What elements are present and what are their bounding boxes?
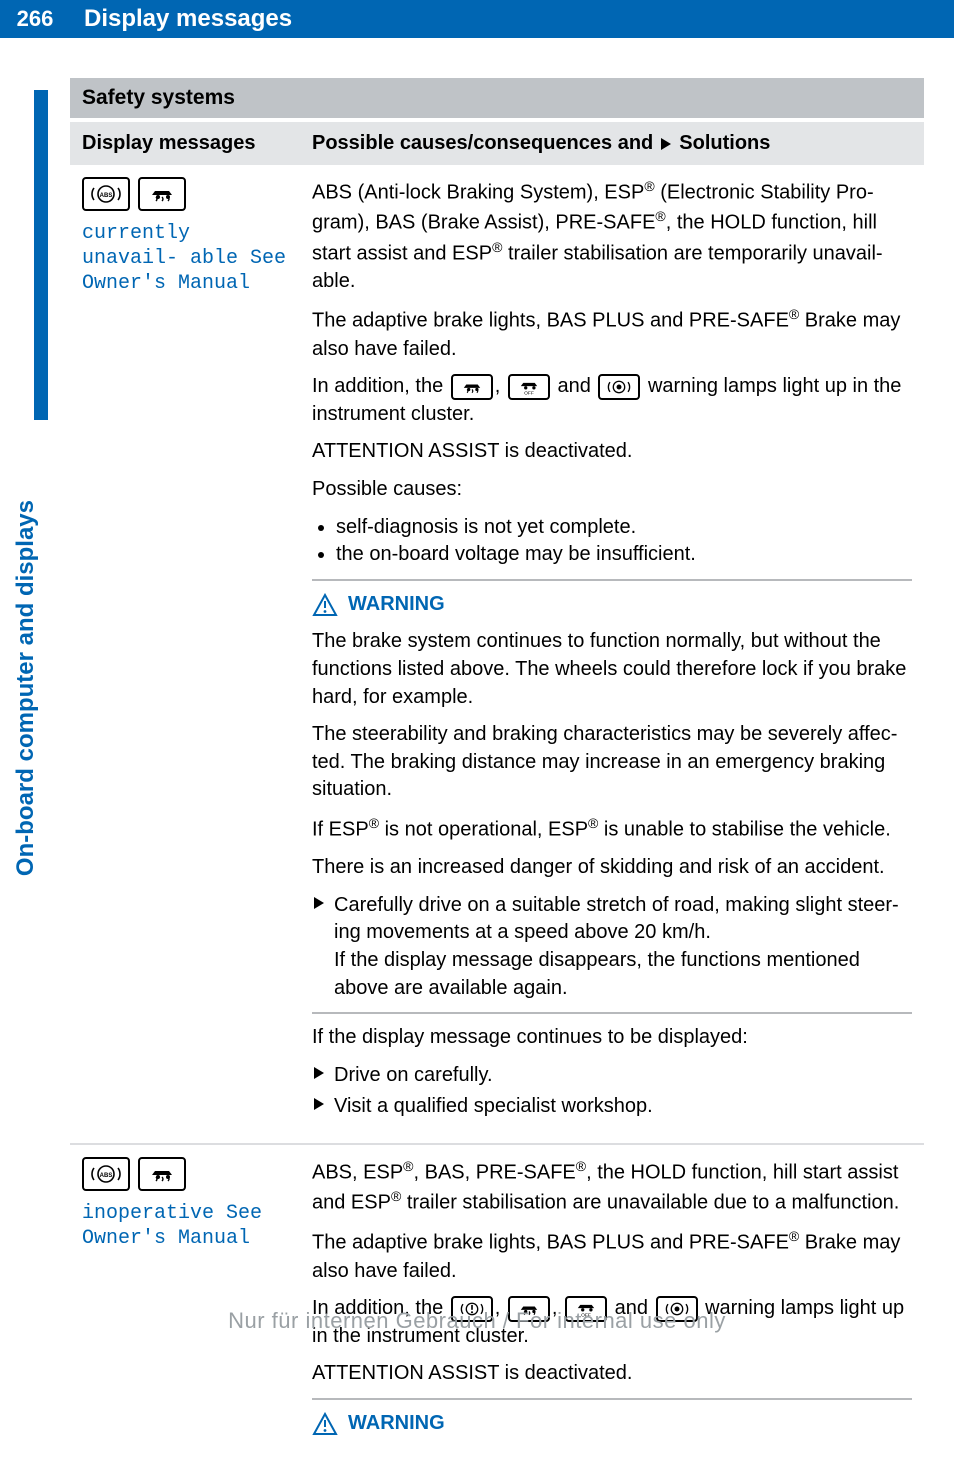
paragraph: In addition, the , OFF and warning lamps… <box>312 373 912 428</box>
divider <box>312 1012 912 1014</box>
paragraph: ATTENTION ASSIST is deactivated. <box>312 1360 912 1388</box>
paragraph: There is an increased danger of skidding… <box>312 854 912 882</box>
warning-label: WARNING <box>348 591 445 619</box>
reg-mark: ® <box>492 239 502 255</box>
abs-icon: ABS <box>82 1157 130 1191</box>
reg-mark: ® <box>369 815 379 831</box>
action-item: Drive on carefully. <box>312 1062 912 1090</box>
text: , BAS, PRE-SAFE <box>413 1162 575 1184</box>
side-tab-label: On-board computer and displays <box>12 500 40 876</box>
action-item: Visit a qualified specialist workshop. <box>312 1093 912 1121</box>
text: Visit a qualified specialist workshop. <box>334 1093 653 1121</box>
reg-mark: ® <box>576 1158 586 1174</box>
action-list: Drive on carefully. Visit a qualified sp… <box>312 1062 912 1121</box>
table-header: Display messages Possible causes/consequ… <box>70 122 924 165</box>
text: and <box>552 375 596 397</box>
text: ABS (Anti-lock Braking System), ESP <box>312 182 644 204</box>
text: If ESP <box>312 819 369 841</box>
paragraph: The steerability and braking characteris… <box>312 721 912 804</box>
side-tab-highlight <box>34 90 48 420</box>
paragraph: If the display message continues to be d… <box>312 1024 912 1052</box>
solution-cell: ABS, ESP®, BAS, PRE-SAFE®, the HOLD func… <box>312 1157 912 1448</box>
paragraph: Possible causes: <box>312 476 912 504</box>
text: Drive on carefully. <box>334 1062 493 1090</box>
warning-label: WARNING <box>348 1410 445 1438</box>
text: is unable to stabilise the vehicle. <box>598 819 890 841</box>
table-header-left: Display messages <box>82 132 292 155</box>
text: Carefully drive on a suitable stretch of… <box>334 892 912 1002</box>
table-row: ABS currently unavail‐ able See Owner's … <box>70 165 924 1145</box>
display-message-text: currently unavail‐ able See Owner's Manu… <box>82 221 292 296</box>
page-header: 266 Display messages <box>0 0 954 38</box>
text: The adaptive brake lights, BAS PLUS and … <box>312 1232 789 1254</box>
paragraph: ABS, ESP®, BAS, PRE-SAFE®, the HOLD func… <box>312 1157 912 1218</box>
text: is not operational, ESP <box>379 819 588 841</box>
action-item: Carefully drive on a suitable stretch of… <box>312 892 912 1002</box>
display-message-text: inoperative See Owner's Manual <box>82 1201 292 1251</box>
abs-icon: ABS <box>82 177 130 211</box>
paragraph: The adaptive brake lights, BAS PLUS and … <box>312 1227 912 1285</box>
warning-heading: WARNING <box>312 1410 912 1438</box>
header-suffix: Solutions <box>679 132 770 155</box>
warning-heading: WARNING <box>312 591 912 619</box>
reg-mark: ® <box>588 815 598 831</box>
reg-mark: ® <box>789 1228 799 1244</box>
svg-text:ABS: ABS <box>100 193 113 199</box>
table-row: ABS inoperative See Owner's Manual ABS, … <box>70 1145 924 1460</box>
divider <box>312 579 912 581</box>
icon-row: ABS <box>82 177 292 211</box>
header-prefix: Possible causes/consequences and <box>312 132 653 155</box>
text: ABS, ESP <box>312 1162 403 1184</box>
reg-mark: ® <box>391 1188 401 1204</box>
icon-row: ABS <box>82 1157 292 1191</box>
cause-list: self-diagnosis is not yet complete. the … <box>336 514 912 569</box>
paragraph: ATTENTION ASSIST is deactivated. <box>312 438 912 466</box>
triangle-right-icon <box>312 1097 326 1111</box>
content-area: Safety systems Display messages Possible… <box>70 78 924 1460</box>
text: In addition, the <box>312 375 449 397</box>
warning-triangle-icon <box>312 593 338 617</box>
car-skid-off-icon: OFF <box>508 374 550 400</box>
list-item: the on-board voltage may be insufficient… <box>336 541 912 569</box>
display-message-cell: ABS inoperative See Owner's Manual <box>82 1157 292 1448</box>
reg-mark: ® <box>644 178 654 194</box>
page-title: Display messages <box>70 0 954 38</box>
section-heading: Safety systems <box>70 78 924 118</box>
display-message-cell: ABS currently unavail‐ able See Owner's … <box>82 177 292 1131</box>
svg-text:ABS: ABS <box>100 1173 113 1179</box>
reg-mark: ® <box>789 306 799 322</box>
paragraph: If ESP® is not operational, ESP® is unab… <box>312 814 912 844</box>
paragraph: The adaptive brake lights, BAS PLUS and … <box>312 305 912 363</box>
text: trailer stabilisation are unavailable du… <box>401 1192 899 1214</box>
reg-mark: ® <box>655 208 665 224</box>
action-list: Carefully drive on a suitable stretch of… <box>312 892 912 1002</box>
car-skid-icon <box>451 374 493 400</box>
car-skid-icon <box>138 177 186 211</box>
page-number: 266 <box>0 0 70 38</box>
car-skid-icon <box>138 1157 186 1191</box>
footer-watermark: Nur für internen Gebrauch / For internal… <box>0 1308 954 1334</box>
triangle-right-icon <box>312 1066 326 1080</box>
paragraph: ABS (Anti-lock Braking System), ESP® (El… <box>312 177 912 295</box>
warning-triangle-icon <box>312 1412 338 1436</box>
list-item: self-diagnosis is not yet complete. <box>336 514 912 542</box>
text: The adaptive brake lights, BAS PLUS and … <box>312 310 789 332</box>
solution-cell: ABS (Anti-lock Braking System), ESP® (El… <box>312 177 912 1131</box>
table-header-right: Possible causes/consequences and Solutio… <box>312 132 912 155</box>
triangle-right-icon <box>659 137 673 151</box>
paragraph: The brake system continues to function n… <box>312 628 912 711</box>
svg-text:OFF: OFF <box>524 390 534 396</box>
triangle-right-icon <box>312 896 326 910</box>
brake-circle-icon <box>598 374 640 400</box>
divider <box>312 1398 912 1400</box>
reg-mark: ® <box>403 1158 413 1174</box>
